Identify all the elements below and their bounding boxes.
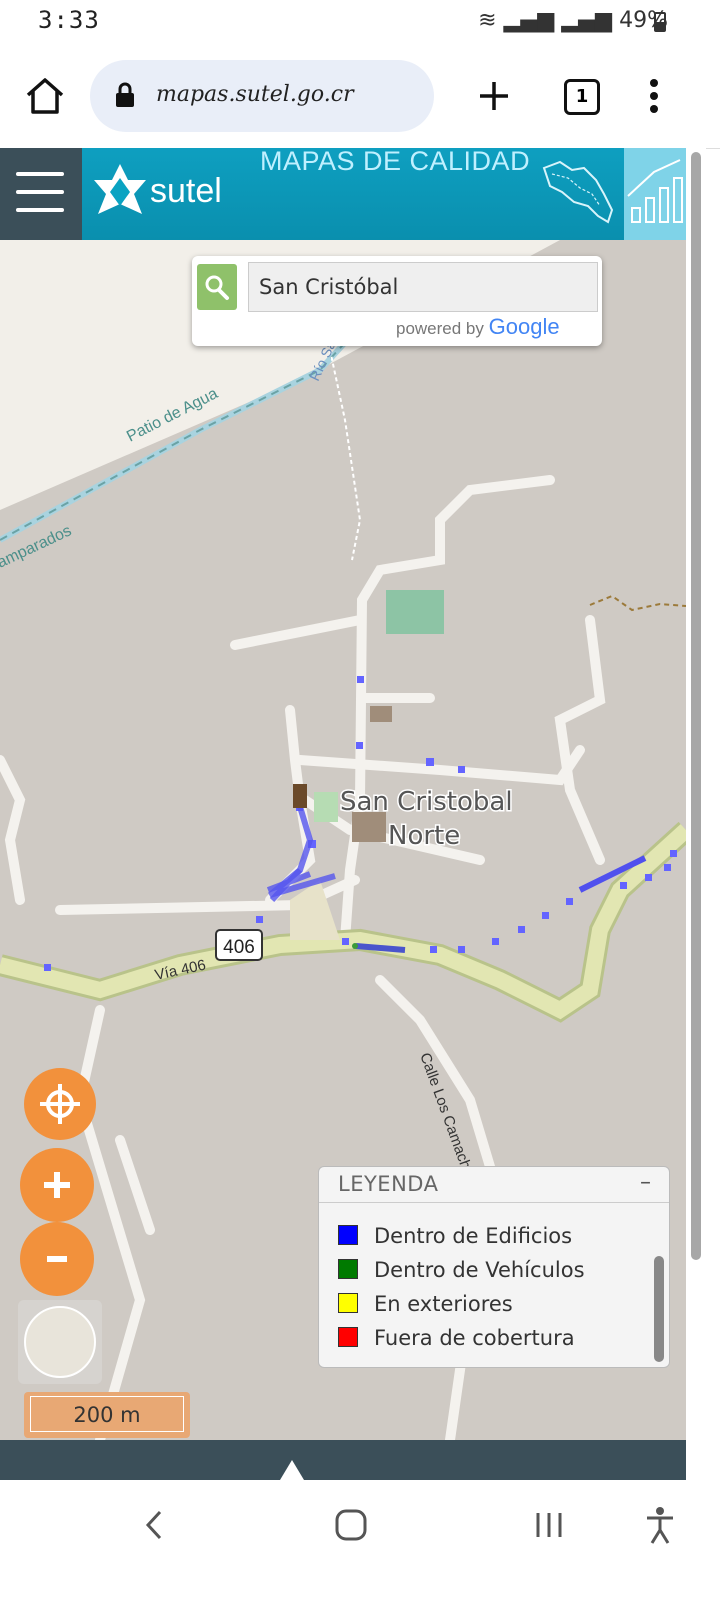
search-input[interactable] — [248, 262, 598, 312]
page-title: MAPAS DE CALIDAD — [260, 146, 531, 176]
battery-icon — [654, 12, 666, 32]
hamburger-line — [16, 208, 64, 212]
footer-logo-icon — [280, 1460, 304, 1480]
powered-by-google: powered by Google — [396, 314, 560, 340]
basemap-thumbnail — [24, 1306, 96, 1378]
legend-item-label: Fuera de cobertura — [374, 1326, 575, 1350]
zoom-in-button[interactable] — [20, 1148, 94, 1222]
chart-growth-icon — [627, 159, 683, 223]
place-label-line1: San Cristobal — [340, 787, 513, 817]
boundary-line — [589, 594, 686, 612]
zoom-out-button[interactable] — [20, 1222, 94, 1296]
legend-title: LEYENDA — [338, 1172, 439, 1196]
lock-icon — [116, 82, 134, 107]
basemap-toggle[interactable] — [18, 1300, 102, 1384]
new-tab-icon[interactable] — [478, 80, 510, 112]
status-time: 3:33 — [38, 6, 100, 34]
green-area — [314, 792, 338, 822]
stats-button[interactable] — [624, 148, 686, 240]
tabs-button[interactable]: 1 — [564, 79, 600, 115]
url-text[interactable]: mapas.sutel.go.cr — [156, 82, 354, 107]
legend-item: Fuera de cobertura — [338, 1326, 575, 1350]
legend-item-label: En exteriores — [374, 1292, 513, 1316]
back-icon[interactable] — [142, 1508, 166, 1542]
hamburger-line — [16, 190, 64, 194]
coverage-point-green — [352, 943, 358, 949]
legend-item-label: Dentro de Edificios — [374, 1224, 573, 1248]
signal-icon-2: ▂▄▆ — [561, 8, 613, 33]
legend-divider — [319, 1202, 669, 1203]
building — [370, 706, 392, 722]
app-footer — [0, 1440, 686, 1480]
locate-button[interactable] — [24, 1068, 96, 1140]
place-label-line2: Norte — [388, 821, 460, 851]
amparados-label: amparados — [0, 522, 74, 571]
search-icon — [205, 275, 229, 300]
home-nav-icon[interactable] — [334, 1508, 368, 1542]
menu-button[interactable] — [0, 148, 82, 240]
legend-swatch-blue — [338, 1225, 358, 1245]
hamburger-line — [16, 172, 64, 176]
trail — [329, 349, 362, 561]
minus-icon — [47, 1256, 67, 1262]
status-icons: ≋ ▂▄▆ ▂▄▆ 49% — [478, 8, 668, 33]
legend-item: Dentro de Edificios — [338, 1224, 572, 1248]
legend-item: En exteriores — [338, 1292, 513, 1316]
crosshair-icon — [40, 1084, 80, 1124]
scale-label: 200 m — [30, 1396, 184, 1432]
costa-rica-map-icon[interactable] — [538, 158, 616, 228]
legend-item-label: Dentro de Vehículos — [374, 1258, 585, 1282]
legend-scrollbar[interactable] — [654, 1256, 664, 1362]
sutel-logo-icon — [94, 164, 146, 214]
legend-collapse-button[interactable]: – — [640, 1170, 651, 1195]
coverage-track — [355, 943, 406, 953]
search-button[interactable] — [197, 264, 237, 310]
powered-by-text: powered by — [396, 319, 484, 338]
more-options-icon[interactable] — [646, 78, 662, 114]
legend-swatch-yellow — [338, 1293, 358, 1313]
church-icon — [293, 784, 307, 808]
legend-swatch-green — [338, 1259, 358, 1279]
google-logo: Google — [488, 314, 560, 339]
signal-icon: ▂▄▆ — [503, 8, 555, 33]
legend-swatch-red — [338, 1327, 358, 1347]
home-icon[interactable] — [24, 76, 66, 116]
tab-count: 1 — [575, 86, 589, 107]
park-area — [386, 590, 444, 634]
wifi-icon: ≋ — [478, 8, 497, 33]
recent-apps-icon[interactable] — [534, 1510, 564, 1540]
legend-item: Dentro de Vehículos — [338, 1258, 585, 1282]
scrollbar-thumb[interactable] — [691, 152, 701, 1260]
accessibility-icon[interactable] — [644, 1506, 676, 1544]
plus-icon — [44, 1172, 70, 1198]
brand-name: sutel — [150, 172, 222, 210]
route-badge-label: 406 — [223, 937, 255, 958]
